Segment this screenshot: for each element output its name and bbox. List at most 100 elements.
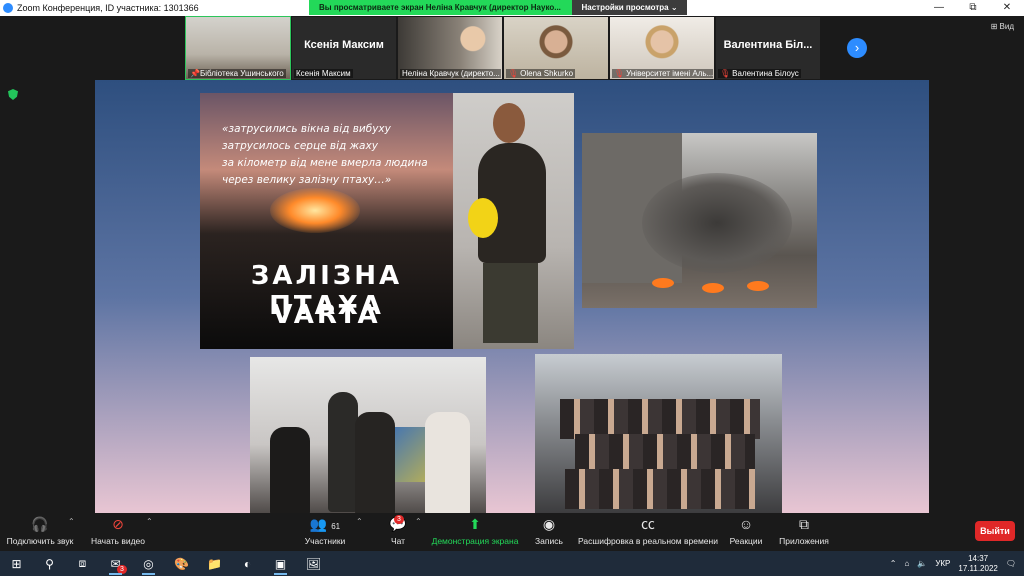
file-explorer-icon[interactable]: 📁	[198, 551, 231, 576]
participant-tile[interactable]: 🎙 Університет імені Аль...	[610, 17, 714, 79]
video-button[interactable]: ⊘ Начать видео ⌃	[86, 513, 153, 551]
sharing-message: Вы просматриваете экран Неліна Кравчук (…	[309, 0, 572, 15]
participants-options-caret[interactable]: ⌃	[356, 517, 363, 526]
flame	[652, 278, 674, 288]
tray-chevron-icon[interactable]: ⌃	[890, 559, 897, 568]
participants-button[interactable]: 👥 61 Участники ⌃	[300, 513, 363, 551]
audio-button[interactable]: 🎧 Подключить звук ⌃	[4, 513, 76, 551]
screen-share-banner: Вы просматриваете экран Неліна Кравчук (…	[309, 0, 687, 15]
record-label: Запись	[535, 536, 563, 546]
video-options-caret[interactable]: ⌃	[146, 517, 153, 526]
mail-app-icon[interactable]: ✉ 3	[99, 551, 132, 576]
singer-legs	[483, 263, 538, 343]
apps-button[interactable]: ⧉ Приложения	[776, 513, 832, 551]
muted-mic-icon: 🎙	[614, 69, 625, 78]
window-title: Zoom Конференция, ID участника: 1301366	[17, 3, 199, 13]
quote-line: за кілометр від мене вмерла людина	[222, 157, 428, 169]
participant-name: Валентина Білоус	[732, 69, 799, 78]
participant-tile[interactable]: Ксенія Максим Ксенія Максим	[292, 17, 396, 79]
zoom-app-icon[interactable]: ▣	[264, 551, 297, 576]
reactions-label: Реакции	[729, 536, 763, 546]
participant-tile[interactable]: 📌Бібліотека Ушинського	[185, 16, 291, 80]
participant-tile[interactable]: Валентина Біл... 🎙 Валентина Білоус	[716, 17, 820, 79]
video-off-icon: ⊘	[112, 516, 124, 532]
leave-meeting-button[interactable]: Выйти	[975, 521, 1015, 541]
chrome-icon[interactable]: ◎	[132, 551, 165, 576]
singer-head	[493, 103, 525, 143]
view-button[interactable]: ⊞ Вид	[991, 22, 1014, 31]
poster-artist: VARTA	[272, 300, 381, 330]
language-indicator[interactable]: УКР	[935, 559, 950, 568]
participant-name-label: 🎙 Університет імені Аль...	[612, 69, 713, 78]
start-windows-icon[interactable]: ⊞	[0, 551, 33, 576]
pin-icon: 📌	[190, 69, 200, 78]
apps-icon: ⧉	[799, 516, 809, 532]
participant-tile[interactable]: 🎙 Olena Shkurko	[504, 17, 608, 79]
person	[270, 427, 310, 516]
system-tray: ⌃ ⌂ 🔈 УКР 14:37 17.11.2022 🗨	[890, 551, 1024, 576]
chat-options-caret[interactable]: ⌃	[415, 517, 422, 526]
meeting-toolbar: 🎧 Подключить звук ⌃ ⊘ Начать видео ⌃ 👥 6…	[0, 513, 1024, 551]
participant-tile[interactable]: Неліна Кравчук (директо...	[398, 17, 502, 79]
poster-image: «затрусились вікна від вибуху затрусилос…	[200, 93, 453, 349]
notifications-icon[interactable]: 🗨	[1006, 559, 1016, 568]
view-options-button[interactable]: Настройки просмотра ⌄	[572, 0, 687, 15]
minimize-button[interactable]: —	[922, 0, 956, 16]
participants-count: 61	[331, 522, 341, 531]
mail-badge: 3	[117, 565, 127, 574]
people-row	[560, 399, 760, 439]
person	[355, 412, 395, 516]
missile-strike-photo	[582, 133, 817, 308]
smoke-cloud	[642, 173, 792, 273]
edge-icon[interactable]: ◐	[231, 551, 264, 576]
shared-screen-slide: «затрусились вікна від вибуху затрусилос…	[95, 80, 929, 516]
poem-quote: «затрусились вікна від вибуху затрусилос…	[222, 121, 452, 189]
clock-time: 14:37	[968, 553, 989, 563]
person	[328, 392, 358, 512]
participant-name: Ксенія Максим	[294, 69, 353, 78]
share-screen-button[interactable]: ⬆ Демонстрация экрана	[430, 513, 520, 551]
muted-mic-icon: 🎙	[508, 69, 519, 78]
paint-app-icon[interactable]: 🎨	[165, 551, 198, 576]
singer-photo	[453, 93, 574, 349]
ukulele	[468, 198, 498, 238]
reactions-button[interactable]: ☺ Реакции	[728, 513, 764, 551]
explosion-glow	[270, 188, 360, 233]
participant-name-label: 📌Бібліотека Ушинського	[188, 69, 286, 78]
audio-label: Подключить звук	[6, 536, 74, 546]
captions-button[interactable]: ㏄ Расшифровка в реальном времени	[578, 513, 718, 551]
participants-label: Участники	[304, 536, 346, 546]
task-view-icon[interactable]: ⧈	[66, 551, 99, 576]
chat-badge: 3	[394, 515, 404, 524]
clock-date: 17.11.2022	[958, 563, 998, 573]
record-button[interactable]: ◉ Запись	[530, 513, 568, 551]
chat-button[interactable]: 💬 3 Чат ⌃	[385, 513, 422, 551]
participant-display-name: Валентина Біл...	[723, 39, 813, 51]
search-icon[interactable]: ⚲	[33, 551, 66, 576]
participant-name: Olena Shkurko	[520, 69, 574, 78]
close-button[interactable]: ✕	[990, 0, 1024, 16]
people-row	[575, 434, 755, 474]
volume-icon[interactable]: 🔈	[917, 559, 927, 568]
meeting-stage: 📌Бібліотека Ушинського Ксенія Максим Ксе…	[0, 16, 1024, 516]
muted-mic-icon: 🎙	[720, 69, 731, 78]
participant-display-name: Ксенія Максим	[304, 39, 384, 51]
security-shield-icon[interactable]	[8, 89, 18, 100]
people-row	[565, 469, 755, 509]
share-screen-icon: ⬆	[469, 516, 481, 532]
participant-name-label: 🎙 Olena Shkurko	[506, 69, 576, 78]
network-icon[interactable]: ⌂	[905, 559, 910, 568]
headphones-icon: 🎧	[31, 516, 49, 532]
clock[interactable]: 14:37 17.11.2022	[958, 554, 997, 574]
share-screen-label: Демонстрация экрана	[431, 536, 519, 546]
maximize-button[interactable]: ⧉	[956, 0, 990, 16]
group-photo	[535, 354, 782, 516]
audio-options-caret[interactable]: ⌃	[68, 517, 75, 526]
participants-icon: 👥 61	[309, 516, 341, 532]
chat-label: Чат	[390, 536, 406, 546]
flame	[702, 283, 724, 293]
person	[425, 412, 470, 516]
apps-label: Приложения	[779, 536, 829, 546]
photos-app-icon[interactable]: 🖼	[297, 551, 330, 576]
next-page-button[interactable]: ›	[847, 38, 867, 58]
